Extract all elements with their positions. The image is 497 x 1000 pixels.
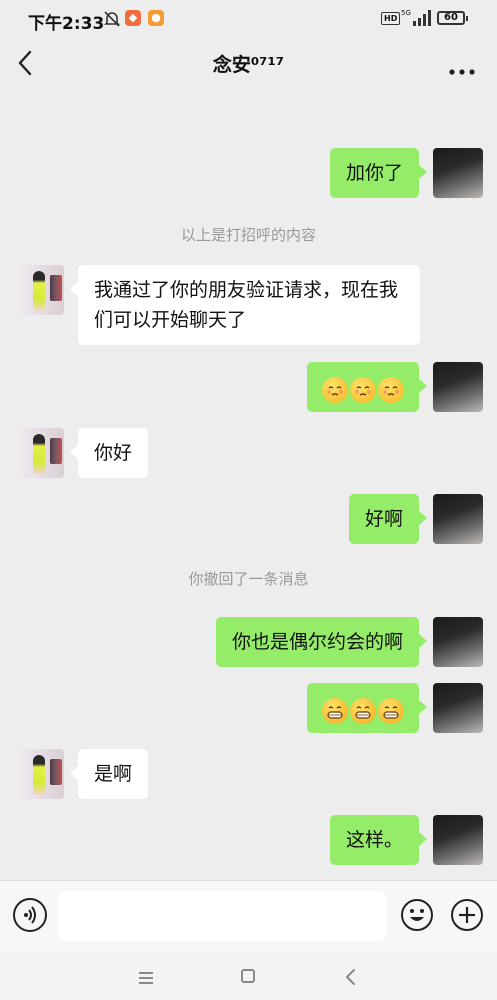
my-message-bubble[interactable]: 加你了 [329, 148, 428, 198]
system-nav-bar [0, 952, 497, 1000]
pleading-face-emoji [350, 376, 376, 403]
status-time: 下午2:33 [28, 14, 105, 34]
plus-icon[interactable] [450, 898, 484, 932]
more-icon[interactable] [449, 60, 475, 75]
battery-icon: 60 [437, 11, 468, 25]
message-row: 你也是偶尔约会的啊 [0, 617, 497, 669]
my-avatar[interactable] [433, 362, 483, 412]
nav-home-icon[interactable] [241, 969, 255, 983]
system-notice: 你撤回了一条消息 [188, 570, 309, 588]
my-avatar[interactable] [433, 494, 483, 544]
system-notice: 以上是打招呼的内容 [180, 226, 316, 244]
message-row: 好啊 [0, 494, 497, 546]
nav-menu-icon[interactable] [137, 970, 155, 984]
contact-message-bubble[interactable]: 你好 [69, 428, 149, 478]
message-row: 是啊 [0, 749, 497, 801]
network-type: 5G [401, 9, 411, 17]
battery-level: 60 [444, 12, 458, 23]
message-row: 你好 [0, 428, 497, 480]
contact-avatar[interactable] [14, 265, 64, 315]
my-emoji-bubble[interactable] [307, 362, 427, 412]
chat-area[interactable]: 加你了 以上是打招呼的内容 我通过了你的朋友验证请求，现在我们可以开始聊天了 你… [0, 88, 497, 880]
grinning-face-emoji [322, 697, 348, 724]
input-bar [0, 880, 497, 953]
my-message-bubble[interactable]: 好啊 [348, 494, 428, 544]
signal-icon [413, 10, 431, 26]
status-bar: 下午2:33 ◆ ● HD 5G 60 [0, 0, 497, 38]
my-emoji-bubble[interactable] [307, 683, 427, 733]
voice-icon[interactable] [13, 898, 47, 932]
chat-title: 念安⁰⁷¹⁷ [212, 54, 285, 76]
my-message-bubble[interactable]: 你也是偶尔约会的啊 [215, 617, 428, 667]
message-input[interactable] [58, 891, 386, 941]
contact-avatar[interactable] [14, 749, 64, 799]
mute-icon [102, 9, 122, 29]
grinning-face-emoji [350, 697, 376, 724]
app-notification-icon: ◆ [125, 10, 141, 26]
grinning-face-emoji [378, 697, 404, 724]
hd-badge: HD [381, 12, 401, 25]
my-message-bubble[interactable]: 这样。 [329, 815, 428, 865]
my-avatar[interactable] [433, 617, 483, 667]
my-avatar[interactable] [433, 683, 483, 733]
my-avatar[interactable] [433, 148, 483, 198]
chat-header: 念安⁰⁷¹⁷ [0, 38, 497, 88]
pleading-face-emoji [378, 376, 404, 403]
app-notification-icon-2: ● [148, 10, 164, 26]
contact-message-bubble[interactable]: 我通过了你的朋友验证请求，现在我们可以开始聊天了 [70, 265, 420, 345]
message-row [0, 683, 497, 735]
message-row: 加你了 [0, 148, 497, 200]
message-row: 我通过了你的朋友验证请求，现在我们可以开始聊天了 [0, 265, 497, 347]
contact-message-bubble[interactable]: 是啊 [69, 749, 149, 799]
my-avatar[interactable] [433, 815, 483, 865]
message-row [0, 362, 497, 414]
nav-back-icon[interactable] [344, 968, 358, 986]
message-row: 这样。 [0, 815, 497, 867]
emoji-icon[interactable] [400, 898, 434, 932]
pleading-face-emoji [322, 376, 348, 403]
contact-avatar[interactable] [14, 428, 64, 478]
